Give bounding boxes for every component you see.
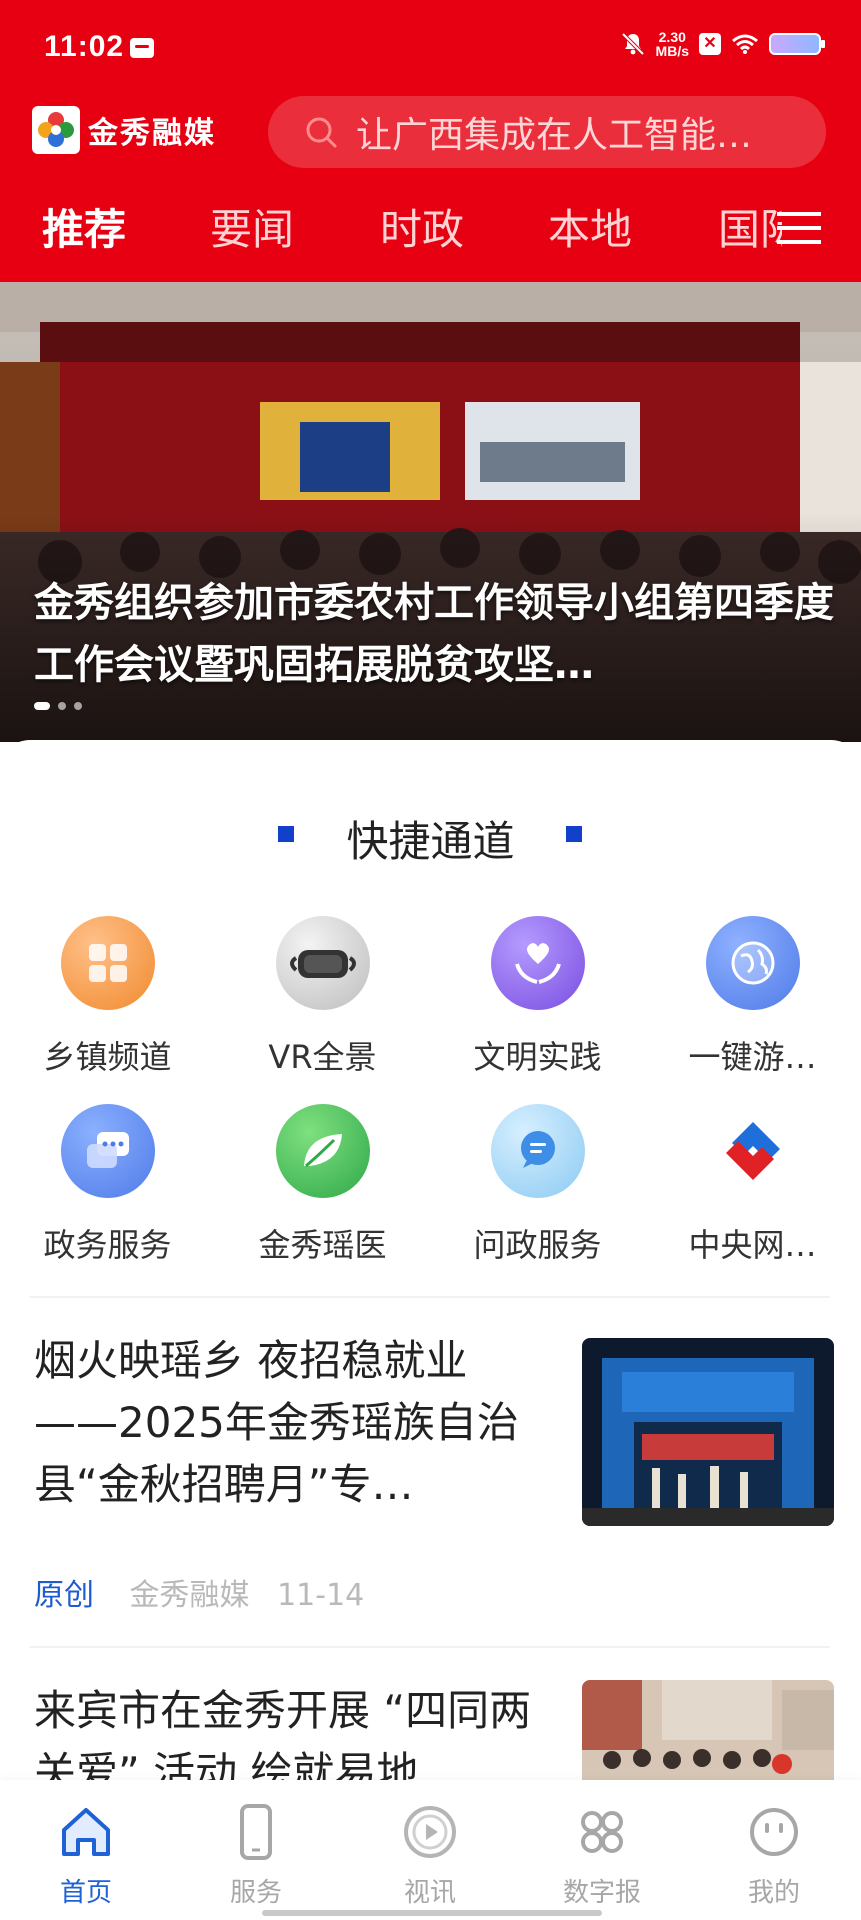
tab-headlines[interactable]: 要闻 [210, 196, 294, 257]
status-bar: 11:02 2.30 MB/s ✕ [0, 0, 861, 100]
tab-local[interactable]: 本地 [548, 196, 632, 257]
nav-video[interactable]: 视讯 [360, 1802, 500, 1909]
globe-icon [705, 916, 800, 1010]
network-speed: 2.30 MB/s [656, 30, 689, 58]
cctv-logo-icon [705, 1104, 800, 1198]
nav-label: 视讯 [403, 1878, 456, 1908]
logo-text: 金秀融媒 [88, 116, 216, 151]
wifi-icon [732, 34, 758, 54]
network-speed-unit: MB/s [655, 43, 689, 59]
play-icon [404, 1806, 456, 1858]
news-source: 金秀融媒 [129, 1578, 250, 1613]
search-icon [306, 117, 337, 148]
quick-item-cctv[interactable]: 中央网… [645, 1104, 860, 1266]
nav-service[interactable]: 服务 [186, 1802, 326, 1909]
message-notification-icon [130, 38, 154, 58]
vr-headset-icon [275, 916, 370, 1010]
chat-bubbles-icon [60, 1104, 155, 1198]
phone-icon [240, 1804, 272, 1860]
quick-item-label: 一键游… [688, 1038, 817, 1076]
carousel-dot-3[interactable] [74, 702, 82, 710]
quick-item-label: 中央网… [688, 1226, 817, 1264]
search-bar[interactable]: 让广西集成在人工智能… [268, 96, 826, 168]
news-divider [30, 1646, 830, 1648]
mute-bell-icon [621, 32, 644, 56]
home-indicator[interactable] [262, 1910, 602, 1916]
quick-item-township[interactable]: 乡镇频道 [0, 916, 215, 1078]
carousel-dot-2[interactable] [58, 702, 66, 710]
nav-profile[interactable]: 我的 [704, 1802, 844, 1909]
content-card: 快捷通道 乡镇频道 VR全景 文明实践 一键游… 政务服务 金秀瑶医 问政服务 … [0, 740, 861, 1780]
grid-icon [60, 916, 155, 1010]
status-time: 11:02 [44, 30, 125, 63]
nav-digital-paper[interactable]: 数字报 [532, 1802, 672, 1909]
quick-item-inquiry[interactable]: 问政服务 [430, 1104, 645, 1266]
quick-item-civilization[interactable]: 文明实践 [430, 916, 645, 1078]
leaf-icon [275, 1104, 370, 1198]
heart-hands-icon [490, 916, 585, 1010]
nav-label: 首页 [59, 1878, 112, 1908]
quick-item-label: 乡镇频道 [43, 1038, 172, 1076]
search-placeholder: 让广西集成在人工智能… [356, 115, 753, 156]
news-title: 来宾市在金秀开展 “四同两关爱” 活动 绘就易地 [34, 1686, 532, 1780]
channel-tabs: 推荐 要闻 时政 本地 国际 [0, 196, 861, 276]
quick-item-tour[interactable]: 一键游… [645, 916, 860, 1078]
sim-off-icon: ✕ [699, 33, 721, 55]
status-icons: 2.30 MB/s ✕ [620, 30, 825, 58]
tab-politics[interactable]: 时政 [380, 196, 464, 257]
carousel-dots [34, 702, 82, 710]
tab-international[interactable]: 国际 [718, 196, 782, 257]
apps-icon [581, 1811, 623, 1853]
nav-label: 服务 [229, 1878, 282, 1908]
news-date: 11-14 [277, 1578, 365, 1613]
app-logo[interactable]: 金秀融媒 [32, 106, 216, 154]
news-thumbnail [582, 1680, 834, 1780]
quick-item-gov-service[interactable]: 政务服务 [0, 1104, 215, 1266]
banner-title[interactable]: 金秀组织参加市委农村工作领导小组第四季度工作会议暨巩固拓展脱贫攻坚… [34, 572, 834, 696]
news-item[interactable]: 来宾市在金秀开展 “四同两关爱” 活动 绘就易地 [34, 1680, 834, 1780]
carousel-dot-1[interactable] [34, 702, 50, 710]
quick-item-label: VR全景 [268, 1038, 377, 1076]
network-speed-value: 2.30 [658, 29, 686, 45]
quick-item-label: 政务服务 [43, 1226, 172, 1264]
battery-icon [769, 33, 825, 55]
tab-recommend[interactable]: 推荐 [42, 196, 126, 257]
title-square-right [566, 826, 582, 842]
smile-icon [750, 1808, 798, 1856]
bottom-navigation: 首页 服务 视讯 数字报 我的 [0, 1780, 861, 1920]
logo-flower-icon [32, 106, 80, 154]
news-title: 烟火映瑶乡 夜招稳就业——2025年金秀瑶族自治县“金秋招聘月”专… [34, 1336, 519, 1509]
app-header: 金秀融媒 让广西集成在人工智能… 推荐 要闻 时政 本地 国际 [0, 90, 861, 290]
quick-access-title: 快捷通道 [346, 817, 515, 866]
nav-label: 我的 [747, 1878, 800, 1908]
nav-home[interactable]: 首页 [16, 1802, 156, 1909]
section-divider [30, 1296, 830, 1298]
quick-item-yao-medicine[interactable]: 金秀瑶医 [215, 1104, 430, 1266]
news-thumbnail [582, 1338, 834, 1526]
message-icon [490, 1104, 585, 1198]
banner-carousel[interactable]: 金秀组织参加市委农村工作领导小组第四季度工作会议暨巩固拓展脱贫攻坚… [0, 282, 861, 742]
quick-item-label: 问政服务 [473, 1226, 602, 1264]
menu-icon[interactable] [777, 208, 821, 248]
original-tag: 原创 [34, 1578, 94, 1613]
news-item[interactable]: 烟火映瑶乡 夜招稳就业——2025年金秀瑶族自治县“金秋招聘月”专… 原创 金秀… [34, 1330, 834, 1614]
news-meta: 原创 金秀融媒 11-14 [34, 1570, 834, 1614]
nav-label: 数字报 [562, 1878, 641, 1908]
quick-item-label: 金秀瑶医 [258, 1226, 387, 1264]
quick-item-vr[interactable]: VR全景 [215, 916, 430, 1078]
quick-item-label: 文明实践 [473, 1038, 602, 1076]
home-icon [62, 1808, 110, 1856]
